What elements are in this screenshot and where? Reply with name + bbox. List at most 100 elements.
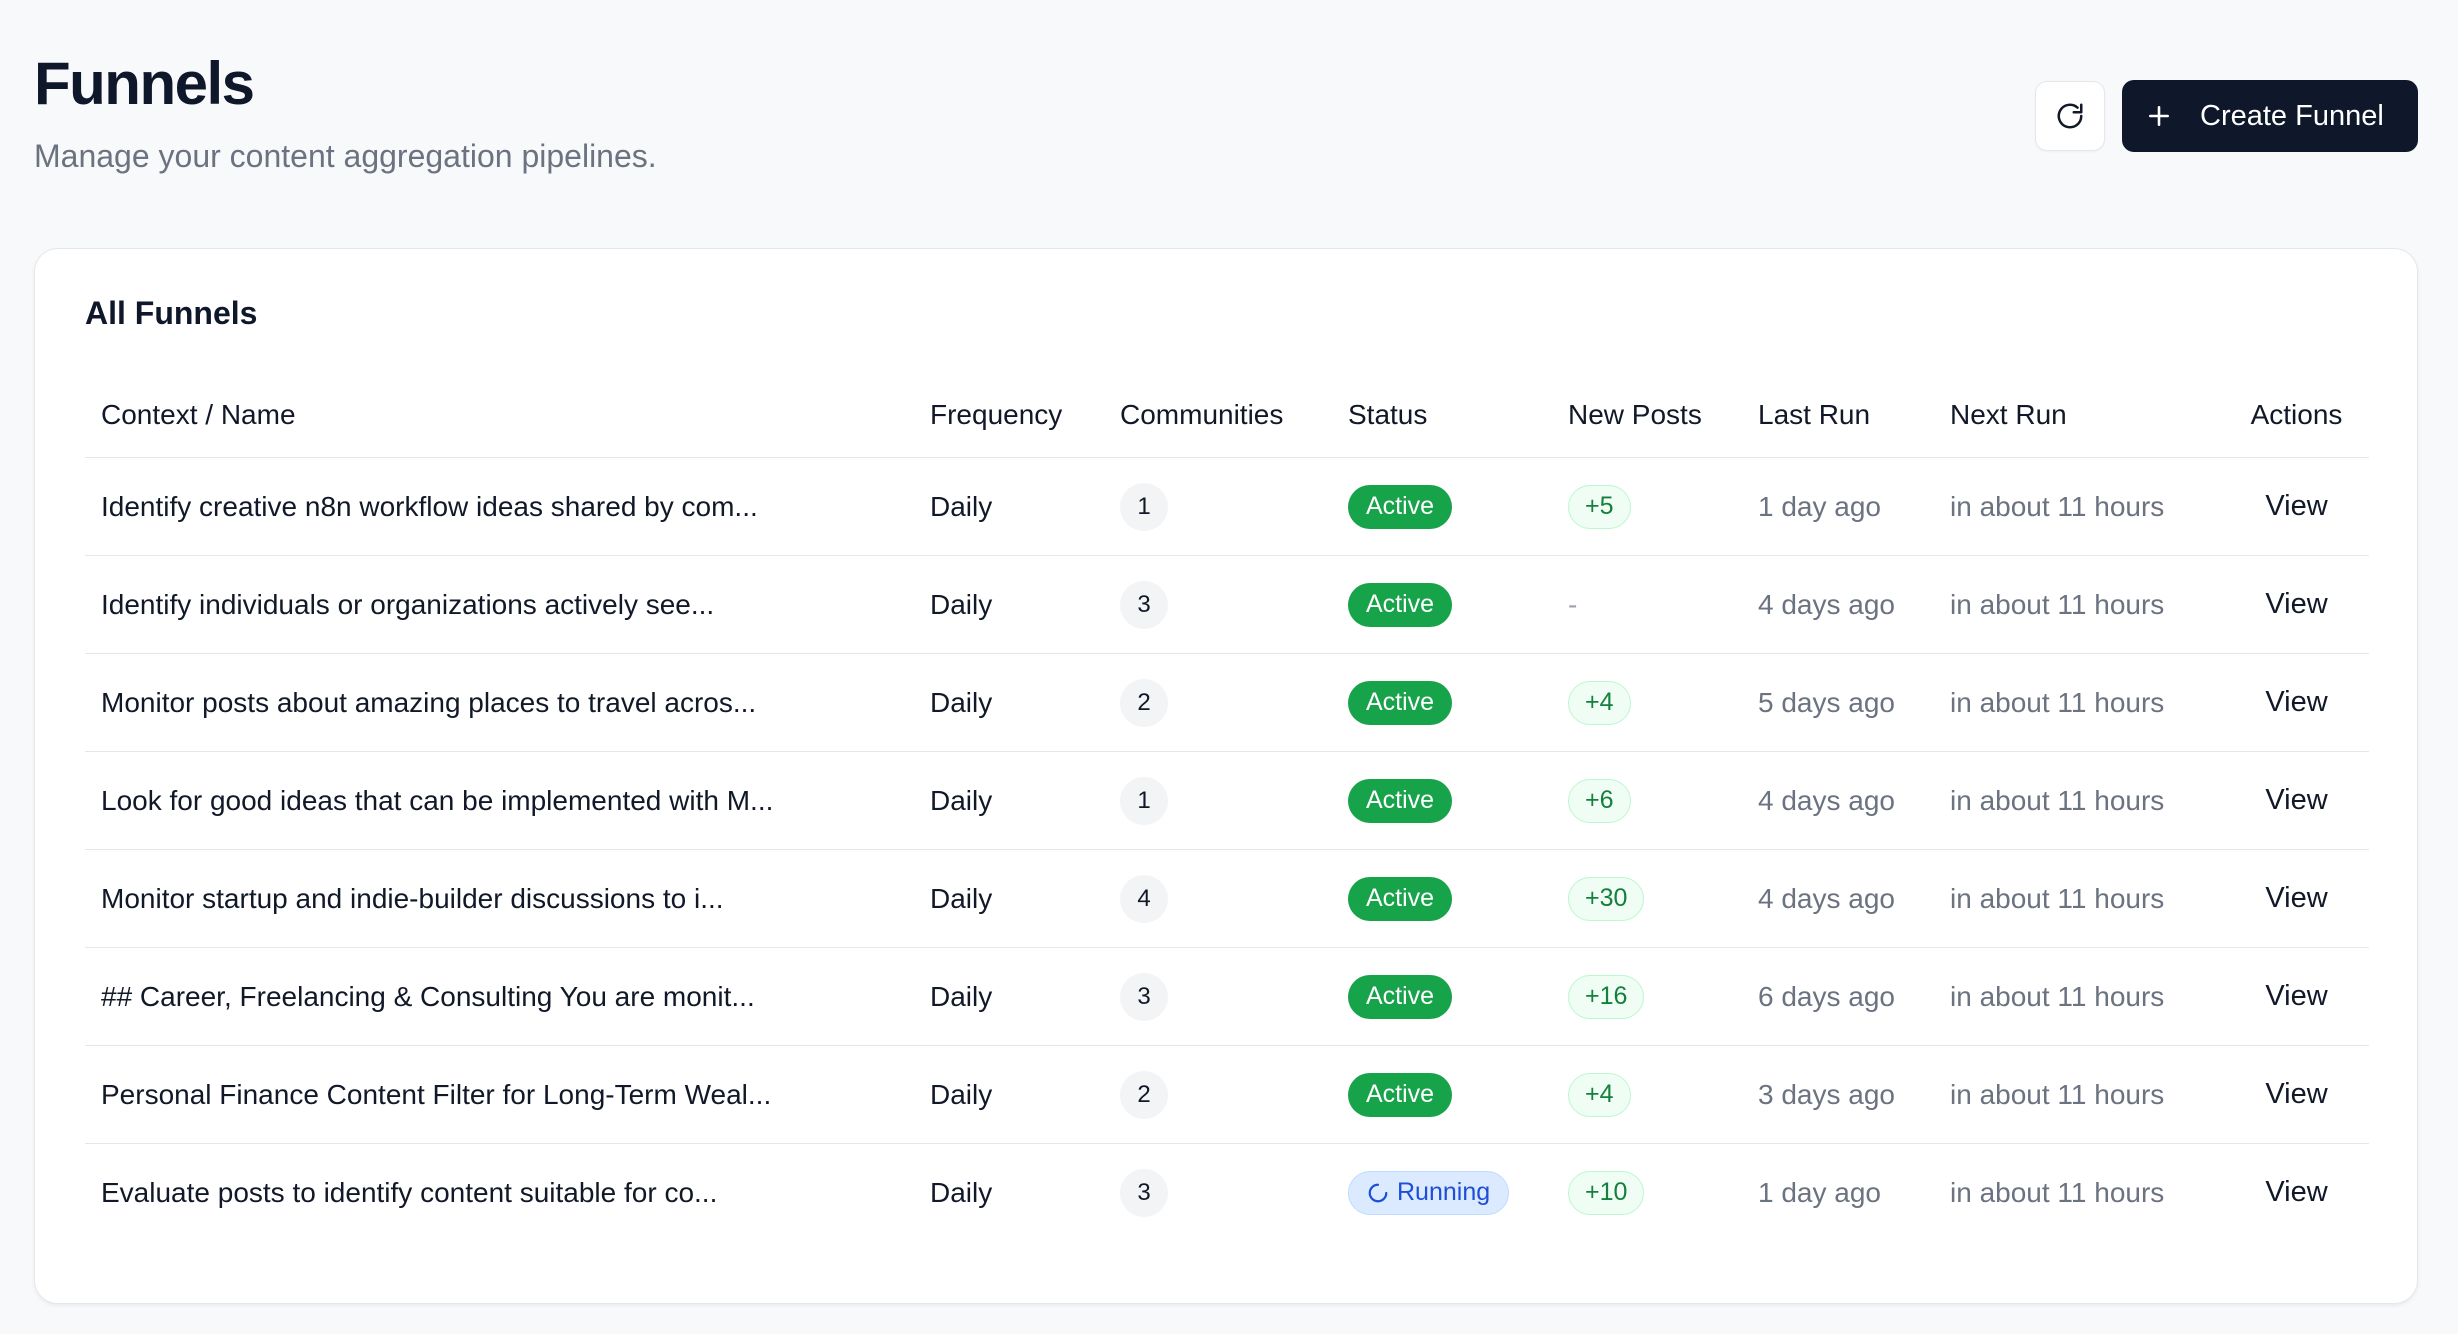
new-posts-badge: +4	[1568, 1072, 1631, 1117]
funnel-last-run: 1 day ago	[1742, 1144, 1934, 1242]
funnel-actions: View	[2224, 457, 2369, 556]
funnel-last-run: 4 days ago	[1742, 751, 1934, 850]
status-text: Active	[1366, 492, 1435, 520]
column-header-name: Context / Name	[85, 373, 914, 458]
funnel-new-posts: +4	[1552, 653, 1742, 752]
status-badge: Active	[1348, 876, 1453, 921]
table-row[interactable]: Evaluate posts to identify content suita…	[85, 1144, 2369, 1242]
table-row[interactable]: Monitor posts about amazing places to tr…	[85, 653, 2369, 752]
column-header-next-run: Next Run	[1934, 373, 2224, 458]
new-posts-badge: +16	[1568, 974, 1645, 1019]
funnel-next-run: in about 11 hours	[1934, 1045, 2224, 1144]
funnel-last-run: 4 days ago	[1742, 555, 1934, 654]
status-text: Active	[1366, 982, 1435, 1010]
new-posts-empty: -	[1568, 588, 1578, 620]
funnel-frequency: Daily	[914, 653, 1104, 752]
status-text: Running	[1397, 1178, 1491, 1206]
page-header: Funnels Manage your content aggregation …	[34, 40, 2418, 190]
new-posts-badge: +10	[1568, 1170, 1645, 1215]
status-text: Active	[1366, 590, 1435, 618]
communities-count-badge: 3	[1120, 972, 1168, 1021]
funnel-communities: 1	[1104, 457, 1332, 556]
funnel-actions: View	[2224, 1045, 2369, 1144]
new-posts-badge: +4	[1568, 680, 1631, 725]
spinner-icon	[1367, 1182, 1389, 1204]
next-run-text: in about 11 hours	[1950, 588, 2165, 620]
funnel-next-run: in about 11 hours	[1934, 751, 2224, 850]
funnel-communities: 3	[1104, 555, 1332, 654]
communities-count-badge: 2	[1120, 678, 1168, 727]
frequency-text: Daily	[930, 980, 993, 1012]
funnel-next-run: in about 11 hours	[1934, 555, 2224, 654]
view-button[interactable]: View	[2265, 784, 2327, 816]
frequency-text: Daily	[930, 1176, 993, 1208]
funnel-name: Monitor startup and indie-builder discus…	[85, 849, 914, 948]
view-button[interactable]: View	[2265, 490, 2327, 522]
funnel-name-text: Look for good ideas that can be implemen…	[101, 784, 774, 816]
page-title: Funnels	[34, 50, 255, 117]
funnel-status: Running	[1332, 1144, 1552, 1242]
refresh-button[interactable]	[2035, 81, 2105, 151]
funnel-last-run: 1 day ago	[1742, 457, 1934, 556]
funnel-next-run: in about 11 hours	[1934, 457, 2224, 556]
funnel-status: Active	[1332, 751, 1552, 850]
refresh-icon	[2055, 101, 2085, 131]
funnel-frequency: Daily	[914, 457, 1104, 556]
funnel-frequency: Daily	[914, 1045, 1104, 1144]
funnel-communities: 2	[1104, 1045, 1332, 1144]
funnel-name: Identify individuals or organizations ac…	[85, 555, 914, 654]
table-row[interactable]: Identify creative n8n workflow ideas sha…	[85, 457, 2369, 556]
last-run-text: 3 days ago	[1758, 1078, 1895, 1110]
funnel-name: Personal Finance Content Filter for Long…	[85, 1045, 914, 1144]
communities-count-badge: 2	[1120, 1070, 1168, 1119]
funnel-actions: View	[2224, 947, 2369, 1046]
funnel-status: Active	[1332, 555, 1552, 654]
table-row[interactable]: Identify individuals or organizations ac…	[85, 555, 2369, 654]
last-run-text: 4 days ago	[1758, 588, 1895, 620]
last-run-text: 4 days ago	[1758, 882, 1895, 914]
funnel-actions: View	[2224, 849, 2369, 948]
view-button[interactable]: View	[2265, 588, 2327, 620]
funnel-status: Active	[1332, 653, 1552, 752]
funnel-name-text: Evaluate posts to identify content suita…	[101, 1176, 718, 1208]
table-body: Identify creative n8n workflow ideas sha…	[85, 457, 2369, 1242]
create-funnel-button[interactable]: Create Funnel	[2122, 80, 2418, 152]
create-funnel-label: Create Funnel	[2200, 99, 2384, 132]
column-header-new-posts: New Posts	[1552, 373, 1742, 458]
view-button[interactable]: View	[2265, 1176, 2327, 1208]
funnel-name-text: Identify creative n8n workflow ideas sha…	[101, 490, 758, 522]
funnel-frequency: Daily	[914, 751, 1104, 850]
funnel-actions: View	[2224, 653, 2369, 752]
funnel-last-run: 5 days ago	[1742, 653, 1934, 752]
view-button[interactable]: View	[2265, 980, 2327, 1012]
table-row[interactable]: ## Career, Freelancing & Consulting You …	[85, 947, 2369, 1046]
funnel-frequency: Daily	[914, 849, 1104, 948]
funnel-communities: 4	[1104, 849, 1332, 948]
view-button[interactable]: View	[2265, 686, 2327, 718]
funnel-actions: View	[2224, 751, 2369, 850]
column-header-frequency: Frequency	[914, 373, 1104, 458]
view-button[interactable]: View	[2265, 1078, 2327, 1110]
funnel-frequency: Daily	[914, 947, 1104, 1046]
table-row[interactable]: Personal Finance Content Filter for Long…	[85, 1045, 2369, 1144]
funnel-name: Identify creative n8n workflow ideas sha…	[85, 457, 914, 556]
funnels-card: All Funnels Context / Name Frequency Com…	[34, 248, 2418, 1304]
funnel-name-text: ## Career, Freelancing & Consulting You …	[101, 980, 755, 1012]
funnel-status: Active	[1332, 849, 1552, 948]
funnel-new-posts: +16	[1552, 947, 1742, 1046]
funnel-last-run: 6 days ago	[1742, 947, 1934, 1046]
table-row[interactable]: Monitor startup and indie-builder discus…	[85, 849, 2369, 948]
status-badge: Active	[1348, 582, 1453, 627]
frequency-text: Daily	[930, 588, 993, 620]
funnel-next-run: in about 11 hours	[1934, 849, 2224, 948]
card-title: All Funnels	[85, 295, 258, 331]
next-run-text: in about 11 hours	[1950, 784, 2165, 816]
status-badge: Running	[1348, 1170, 1510, 1215]
view-button[interactable]: View	[2265, 882, 2327, 914]
next-run-text: in about 11 hours	[1950, 686, 2165, 718]
table-row[interactable]: Look for good ideas that can be implemen…	[85, 751, 2369, 850]
frequency-text: Daily	[930, 1078, 993, 1110]
funnel-frequency: Daily	[914, 555, 1104, 654]
funnel-name: Evaluate posts to identify content suita…	[85, 1144, 914, 1242]
frequency-text: Daily	[930, 490, 993, 522]
